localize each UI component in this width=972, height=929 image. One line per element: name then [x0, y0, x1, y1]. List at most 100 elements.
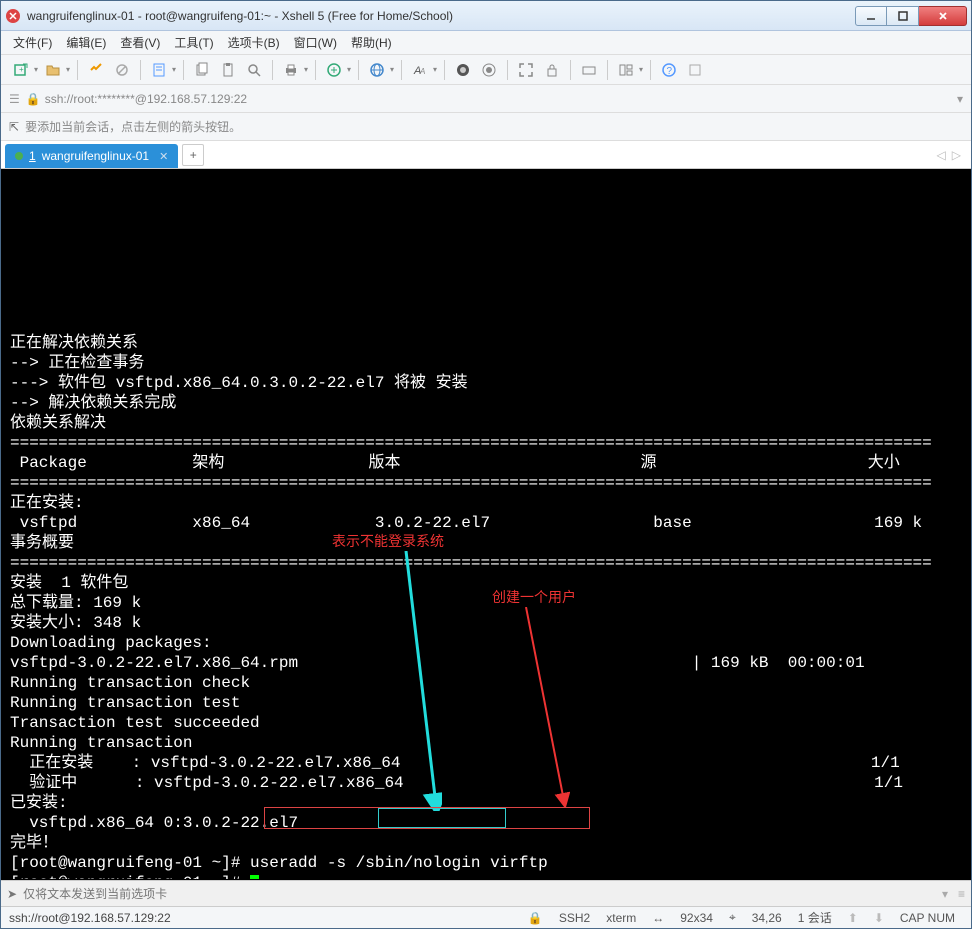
terminal-line: Package 架构 版本 源 大小	[10, 453, 962, 473]
terminal-line: Running transaction	[10, 733, 962, 753]
titlebar[interactable]: wangruifenglinux-01 - root@wangruifeng-0…	[1, 1, 971, 31]
minimize-button[interactable]	[855, 6, 887, 26]
close-button[interactable]	[919, 6, 967, 26]
toolbar: + AA ?	[1, 55, 971, 85]
terminal-line: --> 解决依赖关系完成	[10, 393, 962, 413]
terminal[interactable]: 表示不能登录系统 创建一个用户 正在解决依赖关系--> 正在检查事务---> 软…	[1, 169, 971, 880]
terminal-line: vsftpd-3.0.2-22.el7.x86_64.rpm | 169 kB …	[10, 653, 962, 673]
reconnect-button[interactable]	[84, 59, 108, 81]
help-button[interactable]: ?	[657, 59, 681, 81]
tab-close-icon[interactable]: ✕	[159, 150, 168, 163]
address-text[interactable]: ssh://root:********@192.168.57.129:22	[45, 92, 957, 106]
separator	[607, 60, 608, 80]
terminal-line: 安装大小: 348 k	[10, 613, 962, 633]
font-button[interactable]: AA	[408, 59, 438, 81]
addressbar-dropdown-icon[interactable]: ▾	[957, 92, 963, 106]
menu-help[interactable]: 帮助(H)	[351, 34, 392, 51]
send-icon[interactable]: ➤	[7, 887, 17, 901]
terminal-line: 正在安装 : vsftpd-3.0.2-22.el7.x86_64 1/1	[10, 753, 962, 773]
disconnect-button[interactable]	[110, 59, 134, 81]
terminal-line: 安装 1 软件包	[10, 573, 962, 593]
separator	[315, 60, 316, 80]
svg-text:?: ?	[667, 66, 673, 77]
tab-next-icon[interactable]: ▷	[952, 148, 961, 162]
color2-button[interactable]	[477, 59, 501, 81]
status-ssh: SSH2	[559, 911, 590, 925]
lock-icon: 🔒	[26, 92, 41, 106]
send-input[interactable]	[23, 887, 942, 901]
menu-tools[interactable]: 工具(T)	[174, 34, 213, 51]
status-term: xterm	[606, 911, 636, 925]
print-button[interactable]	[279, 59, 309, 81]
language-button[interactable]	[365, 59, 395, 81]
find-button[interactable]	[242, 59, 266, 81]
properties-button[interactable]	[147, 59, 177, 81]
terminal-line: ========================================…	[10, 553, 962, 573]
hint-icon[interactable]: ⇱	[9, 120, 19, 134]
terminal-line: [root@wangruifeng-01 ~]# useradd -s /sbi…	[10, 853, 962, 873]
maximize-button[interactable]	[887, 6, 919, 26]
terminal-line: [root@wangruifeng-01 ~]#	[10, 873, 962, 880]
annotation-createuser: 创建一个用户	[492, 587, 576, 607]
status-pos-icon: ⌖	[729, 910, 736, 925]
separator	[183, 60, 184, 80]
addressbar-menu-icon[interactable]: ☰	[9, 92, 20, 106]
new-session-button[interactable]: +	[9, 59, 39, 81]
input-dropdown-icon[interactable]: ▾	[942, 887, 948, 901]
terminal-line: ---> 软件包 vsftpd.x86_64.0.3.0.2-22.el7 将被…	[10, 373, 962, 393]
layout-button[interactable]	[614, 59, 644, 81]
cursor	[250, 875, 259, 880]
lock-button[interactable]	[540, 59, 564, 81]
terminal-line: Downloading packages:	[10, 633, 962, 653]
session-tab[interactable]: 1 wangruifenglinux-01 ✕	[5, 144, 178, 168]
highlight-nologin	[378, 808, 506, 828]
terminal-line: vsftpd x86_64 3.0.2-22.el7 base 169 k	[10, 513, 962, 533]
svg-text:A: A	[419, 67, 425, 76]
terminal-line: 验证中 : vsftpd-3.0.2-22.el7.x86_64 1/1	[10, 773, 962, 793]
tab-number: 1	[29, 149, 36, 163]
separator	[570, 60, 571, 80]
menu-view[interactable]: 查看(V)	[120, 34, 160, 51]
tabbar: 1 wangruifenglinux-01 ✕ + ◁ ▷	[1, 141, 971, 169]
color-button[interactable]	[451, 59, 475, 81]
separator	[77, 60, 78, 80]
menu-window[interactable]: 窗口(W)	[294, 34, 337, 51]
menu-edit[interactable]: 编辑(E)	[66, 34, 106, 51]
hintbar: ⇱ 要添加当前会话，点击左侧的箭头按钮。	[1, 113, 971, 141]
terminal-line: 依赖关系解决	[10, 413, 962, 433]
menu-file[interactable]: 文件(F)	[13, 34, 52, 51]
separator	[401, 60, 402, 80]
inputbar: ➤ ▾ ≡	[1, 880, 971, 906]
app-window: wangruifenglinux-01 - root@wangruifeng-0…	[0, 0, 972, 929]
menu-tabs[interactable]: 选项卡(B)	[228, 34, 280, 51]
copy-button[interactable]	[190, 59, 214, 81]
menubar: 文件(F) 编辑(E) 查看(V) 工具(T) 选项卡(B) 窗口(W) 帮助(…	[1, 31, 971, 55]
keyboard-button[interactable]	[577, 59, 601, 81]
new-tab-button[interactable]: +	[182, 144, 204, 166]
input-menu-icon[interactable]: ≡	[958, 887, 965, 901]
terminal-line: 正在安装:	[10, 493, 962, 513]
terminal-line: Transaction test succeeded	[10, 713, 962, 733]
terminal-line: 总下载量: 169 k	[10, 593, 962, 613]
hint-text: 要添加当前会话，点击左侧的箭头按钮。	[25, 118, 241, 135]
paste-button[interactable]	[216, 59, 240, 81]
annotation-nologin: 表示不能登录系统	[332, 531, 444, 551]
terminal-line: 正在解决依赖关系	[10, 333, 962, 353]
addressbar: ☰ 🔒 ssh://root:********@192.168.57.129:2…	[1, 85, 971, 113]
tab-title: wangruifenglinux-01	[42, 149, 149, 163]
status-up-icon[interactable]: ⬆	[848, 911, 858, 925]
open-button[interactable]	[41, 59, 71, 81]
tab-prev-icon[interactable]: ◁	[937, 148, 946, 162]
statusbar: ssh://root@192.168.57.129:22 🔒 SSH2 xter…	[1, 906, 971, 928]
refresh-button[interactable]	[683, 59, 707, 81]
status-address: ssh://root@192.168.57.129:22	[9, 911, 520, 925]
fullscreen-button[interactable]	[514, 59, 538, 81]
xftp-button[interactable]	[322, 59, 352, 81]
terminal-line: Running transaction check	[10, 673, 962, 693]
status-size-icon: ↔	[652, 911, 664, 925]
status-pos: 34,26	[752, 911, 782, 925]
status-lock-icon: 🔒	[528, 911, 543, 925]
status-down-icon[interactable]: ⬇	[874, 911, 884, 925]
separator	[140, 60, 141, 80]
titlebar-title: wangruifenglinux-01 - root@wangruifeng-0…	[27, 9, 855, 23]
